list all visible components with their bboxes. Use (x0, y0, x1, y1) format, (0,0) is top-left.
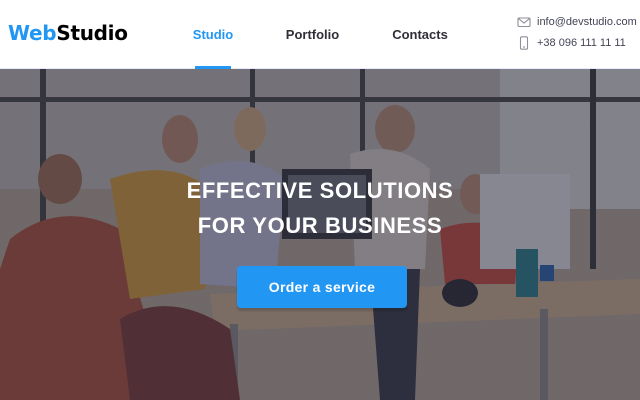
email-link[interactable]: info@devstudio.com (517, 15, 637, 29)
nav-link-portfolio[interactable]: Portfolio (286, 0, 339, 69)
hero-section: Effective solutions for your business Or… (0, 69, 640, 400)
hero-title-line-1: Effective solutions (186, 178, 454, 203)
logo[interactable]: WebStudio (8, 20, 128, 46)
hero-title: Effective solutions for your business (0, 173, 640, 243)
email-text: info@devstudio.com (537, 16, 637, 28)
site-header: WebStudio Studio Portfolio Contacts info… (0, 0, 640, 70)
order-service-button[interactable]: Order a service (237, 266, 407, 308)
hero-title-line-2: for your business (197, 213, 443, 238)
smartphone-icon (517, 36, 531, 50)
envelope-icon (517, 15, 531, 29)
logo-part-studio: Studio (56, 21, 128, 45)
logo-part-web: Web (8, 21, 57, 45)
phone-text: +38 096 111 11 11 (537, 37, 626, 49)
nav-link-studio[interactable]: Studio (193, 0, 233, 70)
nav-link-contacts[interactable]: Contacts (392, 0, 448, 69)
phone-link[interactable]: +38 096 111 11 11 (517, 36, 626, 50)
